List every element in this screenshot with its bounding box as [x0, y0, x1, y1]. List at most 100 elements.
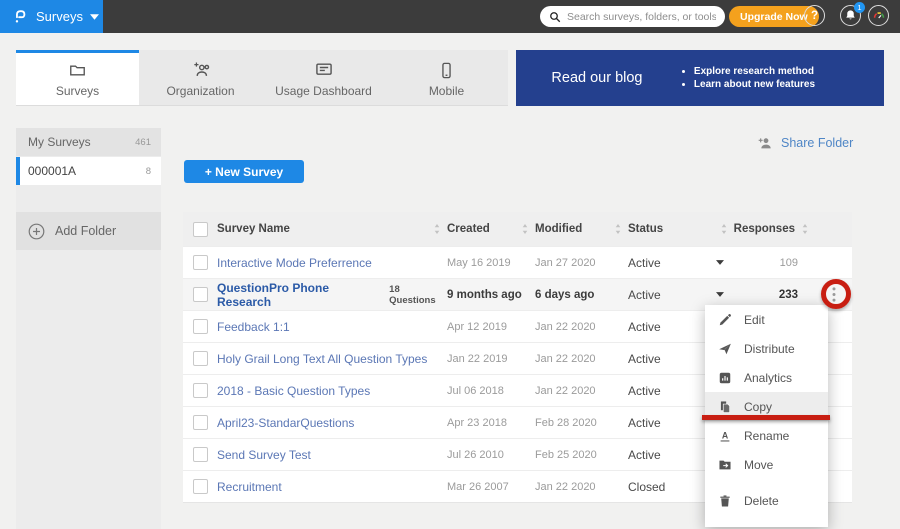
notifications-button[interactable]: 1 [840, 5, 861, 26]
sort-icon [721, 224, 727, 234]
column-header-survey-name[interactable]: Survey Name [217, 223, 447, 235]
table-header: Survey NameCreatedModifiedStatusResponse… [183, 212, 852, 246]
blog-banner[interactable]: Read our blog Explore research methodLea… [516, 50, 884, 106]
row-checkbox[interactable] [193, 287, 208, 302]
app-menu-surveys[interactable]: Surveys [0, 0, 103, 33]
menu-item-move[interactable]: Move [705, 450, 828, 479]
survey-name-link[interactable]: Holy Grail Long Text All Question Types [217, 352, 427, 366]
search-icon [549, 11, 561, 23]
annotation-underline-copy [702, 415, 830, 420]
sidebar: My Surveys 461 000001A8 Add Folder [16, 128, 161, 529]
pencil-icon [718, 313, 732, 327]
modified-date: Jan 22 2020 [535, 321, 628, 333]
row-checkbox[interactable] [193, 255, 208, 270]
menu-item-label: Move [744, 458, 773, 472]
tab-label: Surveys [56, 84, 99, 98]
sidebar-item-my-surveys[interactable]: My Surveys 461 [16, 128, 161, 156]
top-bar: Surveys Upgrade Now ? 1 [0, 0, 900, 33]
responses-count: 109 [746, 257, 816, 269]
bar-chart-icon [718, 371, 732, 385]
new-survey-button[interactable]: + New Survey [184, 160, 304, 183]
column-label: Survey Name [217, 223, 290, 235]
table-row: Interactive Mode Preferrence May 16 2019J… [183, 246, 852, 278]
created-date: Mar 26 2007 [447, 481, 535, 493]
share-folder-label: Share Folder [781, 136, 853, 150]
row-checkbox[interactable] [193, 479, 208, 494]
person-add-icon [757, 135, 773, 151]
sort-icon [522, 224, 528, 234]
tab-usage-dashboard[interactable]: Usage Dashboard [262, 50, 385, 105]
usage-meter-button[interactable] [868, 5, 889, 26]
share-folder-button[interactable]: Share Folder [757, 135, 853, 151]
blog-banner-title: Read our blog [516, 70, 678, 86]
survey-name-link[interactable]: Recruitment [217, 480, 282, 494]
add-folder-button[interactable]: Add Folder [16, 212, 161, 250]
menu-item-label: Delete [744, 494, 779, 508]
column-label: Responses [734, 223, 795, 235]
modified-date: Jan 22 2020 [535, 385, 628, 397]
row-checkbox[interactable] [193, 319, 208, 334]
column-header-spacer [183, 222, 217, 237]
search-box[interactable] [540, 6, 725, 27]
questionpro-logo-icon [12, 8, 29, 25]
folder-label: My Surveys [28, 135, 91, 149]
status-text: Active [628, 352, 716, 366]
rename-icon: A [718, 429, 732, 443]
status-text: Active [628, 288, 716, 302]
paper-plane-icon [718, 342, 732, 356]
survey-name-link[interactable]: Send Survey Test [217, 448, 311, 462]
column-label: Status [628, 223, 663, 235]
row-checkbox[interactable] [193, 447, 208, 462]
folder-label: 000001A [28, 164, 76, 178]
chevron-down-icon [90, 14, 99, 20]
survey-name-link[interactable]: Feedback 1:1 [217, 320, 290, 334]
trash-icon [718, 494, 732, 508]
row-checkbox[interactable] [193, 383, 208, 398]
gauge-icon [872, 9, 886, 23]
column-label: Modified [535, 223, 582, 235]
modified-date: 6 days ago [535, 289, 628, 301]
help-button[interactable]: ? [804, 5, 825, 26]
modified-date: Jan 22 2020 [535, 481, 628, 493]
folder-move-icon [718, 458, 732, 472]
menu-item-delete[interactable]: Delete [705, 486, 828, 515]
created-date: May 16 2019 [447, 257, 535, 269]
menu-item-edit[interactable]: Edit [705, 305, 828, 334]
sidebar-item-000001a[interactable]: 000001A8 [16, 157, 161, 185]
menu-item-label: Rename [744, 429, 789, 443]
status-text: Closed [628, 480, 716, 494]
help-label: ? [811, 10, 818, 22]
survey-name-link[interactable]: QuestionPro Phone Research [217, 281, 381, 309]
tab-surveys[interactable]: Surveys [16, 50, 139, 105]
survey-name-link[interactable]: April23-StandarQuestions [217, 416, 354, 430]
status-text: Active [628, 256, 716, 270]
caret-down-icon [716, 292, 724, 297]
status-text: Active [628, 448, 716, 462]
search-input[interactable] [567, 11, 716, 23]
menu-item-label: Analytics [744, 371, 792, 385]
status-dropdown[interactable] [716, 260, 746, 265]
created-date: Apr 23 2018 [447, 417, 535, 429]
select-all-checkbox[interactable] [193, 222, 208, 237]
blog-bullet: Learn about new features [694, 79, 815, 90]
tab-label: Mobile [429, 84, 464, 98]
folder-count: 461 [135, 137, 151, 148]
modified-date: Jan 27 2020 [535, 257, 628, 269]
column-header-status[interactable]: Status [628, 223, 716, 235]
menu-item-distribute[interactable]: Distribute [705, 334, 828, 363]
menu-item-rename[interactable]: A Rename [705, 421, 828, 450]
modified-date: Feb 25 2020 [535, 449, 628, 461]
notification-badge: 1 [854, 2, 865, 13]
status-dropdown[interactable] [716, 292, 746, 297]
row-checkbox[interactable] [193, 415, 208, 430]
survey-name-link[interactable]: 2018 - Basic Question Types [217, 384, 370, 398]
menu-item-analytics[interactable]: Analytics [705, 363, 828, 392]
column-header-responses[interactable]: Responses [746, 223, 816, 235]
blog-banner-bullets: Explore research methodLearn about new f… [678, 63, 815, 93]
survey-name-link[interactable]: Interactive Mode Preferrence [217, 256, 372, 270]
folder-icon [68, 61, 87, 80]
row-checkbox[interactable] [193, 351, 208, 366]
tab-organization[interactable]: Organization [139, 50, 262, 105]
tab-mobile[interactable]: Mobile [385, 50, 508, 105]
annotation-circle-kebab [821, 279, 851, 309]
